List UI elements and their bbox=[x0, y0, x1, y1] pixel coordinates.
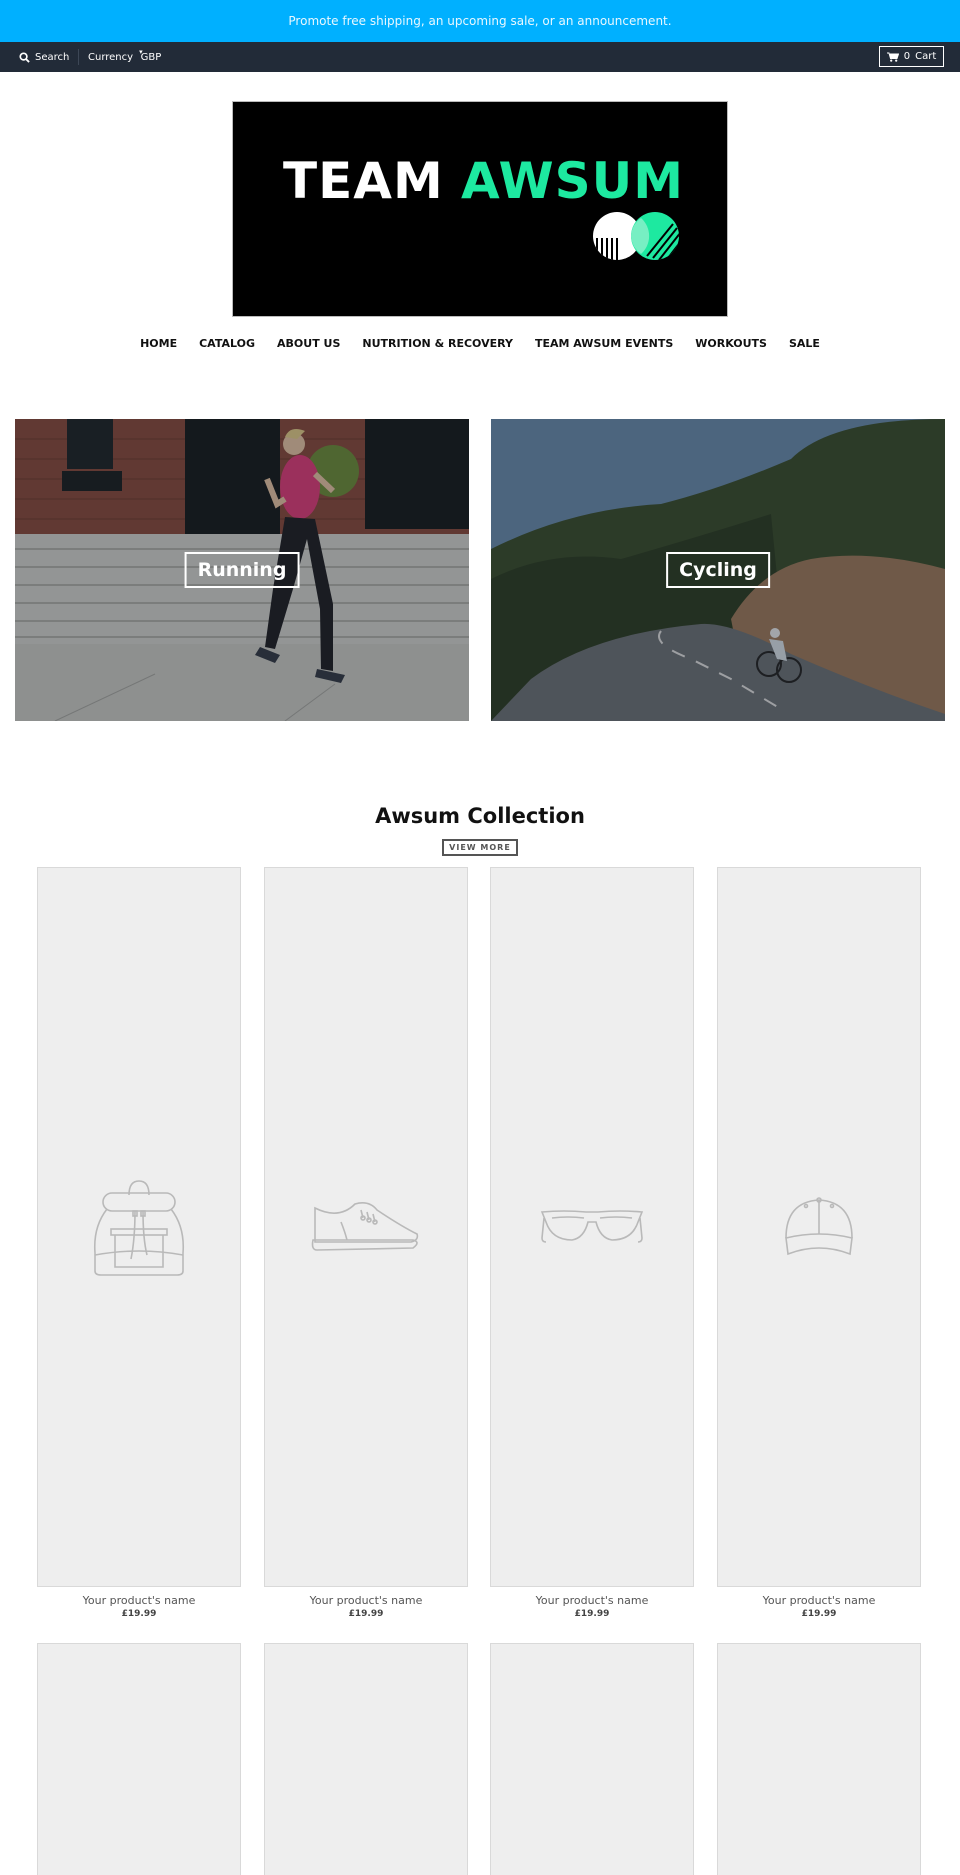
product-name[interactable]: Your product's name bbox=[490, 1594, 694, 1607]
search-button[interactable]: Search bbox=[19, 42, 69, 72]
view-more-button[interactable]: VIEW MORE bbox=[442, 839, 518, 856]
currency-value: GBP bbox=[140, 51, 162, 63]
product-card[interactable] bbox=[717, 1643, 921, 1875]
topbar-divider bbox=[78, 49, 79, 65]
nav-item-home[interactable]: HOME bbox=[129, 333, 188, 354]
nav-item-team-awsum-events[interactable]: TEAM AWSUM EVENTS bbox=[524, 333, 684, 354]
product-card[interactable] bbox=[264, 867, 468, 1587]
cart-icon bbox=[886, 52, 899, 62]
hero-label-cycling[interactable]: Cycling bbox=[666, 552, 770, 588]
hero-cycling[interactable]: Cycling bbox=[491, 419, 945, 721]
sunglasses-icon bbox=[540, 1210, 644, 1243]
collection-title: Awsum Collection bbox=[375, 804, 585, 828]
product-price: £19.99 bbox=[801, 1609, 837, 1619]
caret-icon: ▾ bbox=[139, 48, 143, 56]
product-price: £19.99 bbox=[121, 1609, 157, 1619]
product-card[interactable] bbox=[490, 1643, 694, 1875]
logo-word-team: TEAM bbox=[283, 152, 444, 210]
backpack-icon bbox=[93, 1180, 185, 1276]
nav-item-workouts[interactable]: WORKOUTS bbox=[684, 333, 778, 354]
currency-label: Currency bbox=[88, 51, 134, 63]
hero-running[interactable]: Running bbox=[15, 419, 469, 721]
product-name[interactable]: Your product's name bbox=[264, 1594, 468, 1607]
hero-label-running[interactable]: Running bbox=[184, 552, 300, 588]
logo-word-awsum: AWSUM bbox=[461, 152, 684, 210]
nav-item-about-us[interactable]: ABOUT US bbox=[266, 333, 351, 354]
product-card[interactable] bbox=[717, 867, 921, 1587]
cart-count: 0 bbox=[903, 51, 911, 62]
cap-icon bbox=[785, 1197, 853, 1256]
store-logo[interactable]: TEAM AWSUM bbox=[232, 101, 728, 317]
product-card[interactable] bbox=[37, 867, 241, 1587]
product-name[interactable]: Your product's name bbox=[37, 1594, 241, 1607]
product-card[interactable] bbox=[264, 1643, 468, 1875]
sneaker-icon bbox=[311, 1202, 419, 1251]
search-icon bbox=[19, 51, 30, 63]
product-price: £19.99 bbox=[574, 1609, 610, 1619]
product-card[interactable] bbox=[490, 867, 694, 1587]
nav-item-catalog[interactable]: CATALOG bbox=[188, 333, 266, 354]
cart-button[interactable]: 0 Cart bbox=[879, 46, 944, 67]
top-bar: Search Currency ▾ GBP 0 Cart bbox=[0, 42, 960, 72]
cart-label: Cart bbox=[915, 51, 937, 62]
currency-selector[interactable]: Currency ▾ GBP bbox=[88, 42, 161, 72]
search-label: Search bbox=[35, 51, 70, 63]
nav-item-nutrition-recovery[interactable]: NUTRITION & RECOVERY bbox=[351, 333, 524, 354]
logo-circles-icon bbox=[593, 212, 679, 260]
main-nav: HOME CATALOG ABOUT US NUTRITION & RECOVE… bbox=[0, 333, 960, 354]
product-price: £19.99 bbox=[348, 1609, 384, 1619]
product-name[interactable]: Your product's name bbox=[717, 1594, 921, 1607]
announcement-bar: Promote free shipping, an upcoming sale,… bbox=[0, 0, 960, 42]
nav-item-sale[interactable]: SALE bbox=[778, 333, 831, 354]
product-card[interactable] bbox=[37, 1643, 241, 1875]
announcement-text: Promote free shipping, an upcoming sale,… bbox=[288, 14, 672, 28]
